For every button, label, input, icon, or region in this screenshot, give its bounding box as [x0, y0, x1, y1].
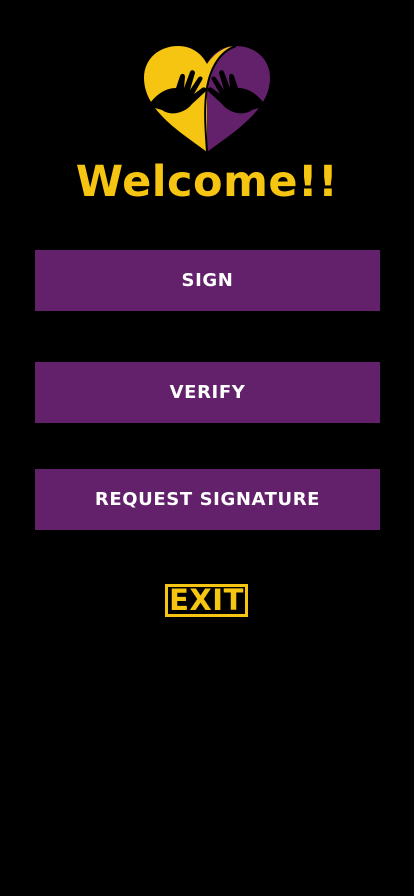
verify-button[interactable]: VERIFY: [35, 362, 380, 423]
logo: [140, 44, 274, 154]
exit-button[interactable]: EXIT: [165, 584, 248, 617]
exit-label-box: EXIT: [168, 583, 245, 617]
welcome-title: Welcome!!: [75, 157, 339, 207]
request-signature-button[interactable]: REQUEST SIGNATURE: [35, 469, 380, 530]
sign-button[interactable]: SIGN: [35, 250, 380, 311]
exit-label: EXIT: [169, 583, 244, 617]
heart-hands-icon: [144, 45, 270, 153]
